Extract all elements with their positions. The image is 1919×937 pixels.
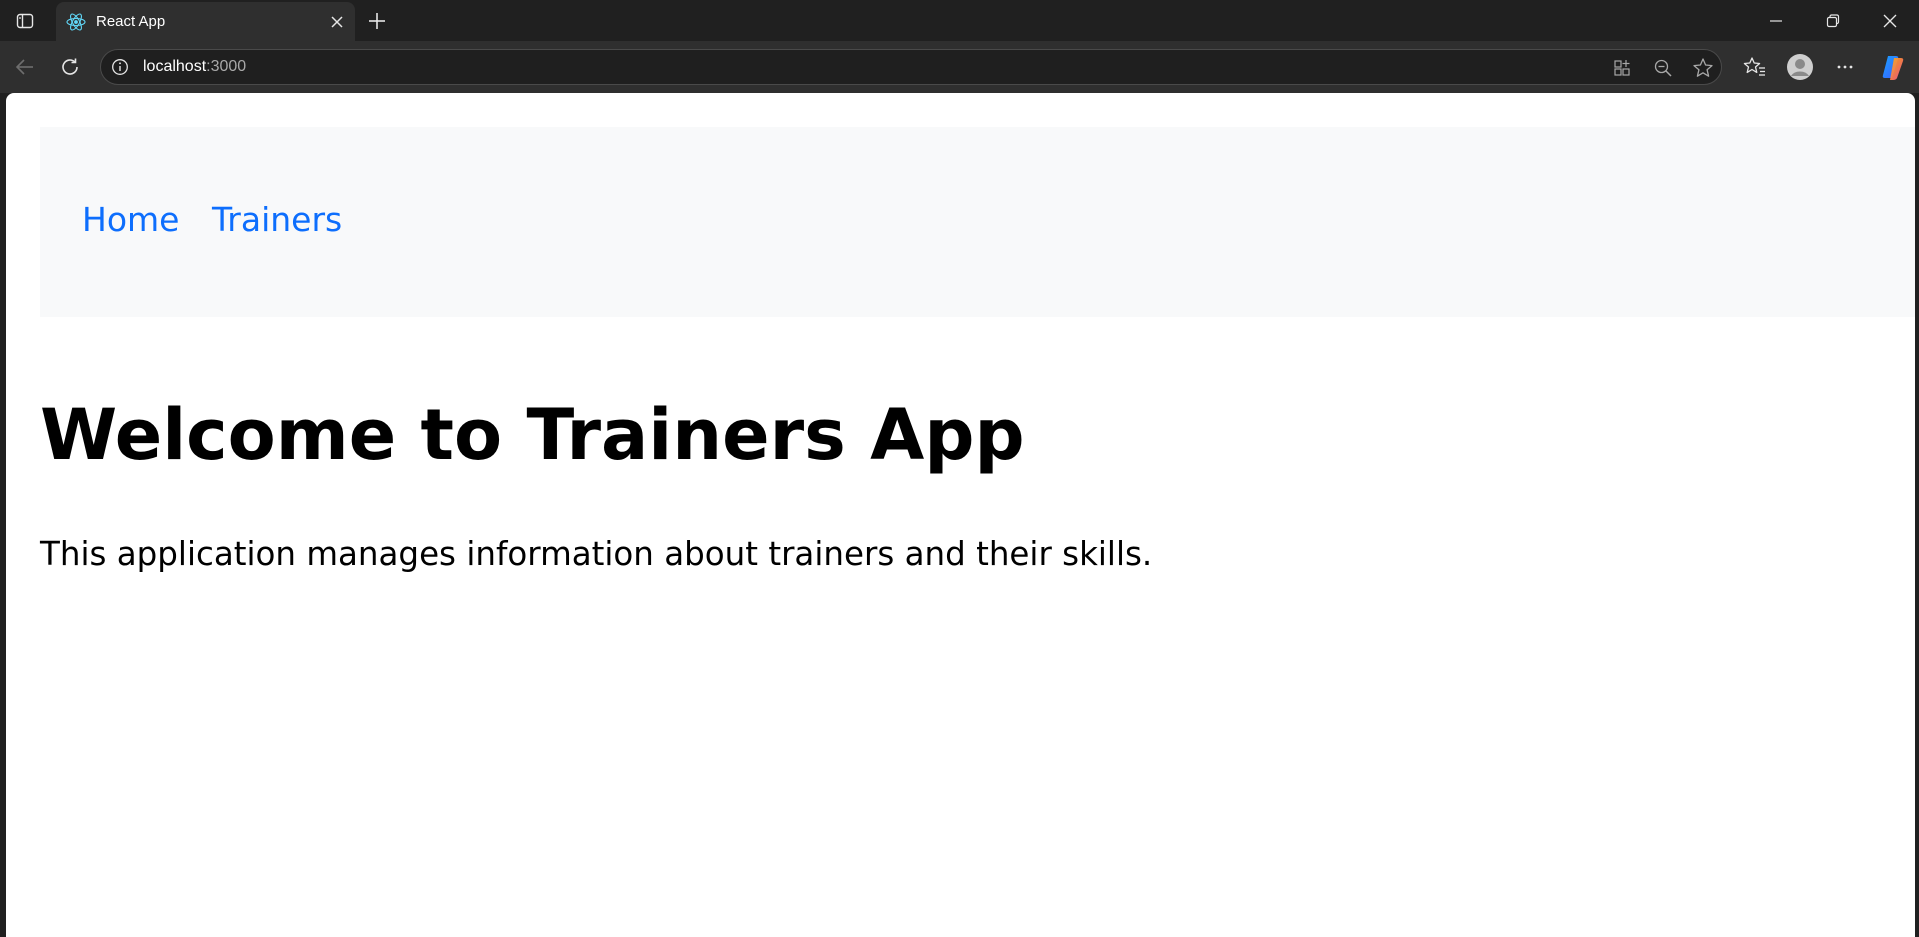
address-bar[interactable]: localhost:3000 — [100, 49, 1722, 85]
minimize-icon[interactable] — [1756, 6, 1796, 36]
url-text: localhost:3000 — [143, 58, 246, 76]
nav-link-home[interactable]: Home — [82, 200, 179, 240]
star-icon[interactable] — [1691, 56, 1715, 80]
back-arrow-icon[interactable] — [8, 50, 42, 84]
zoom-out-icon[interactable] — [1651, 56, 1675, 80]
url-port: :3000 — [206, 58, 247, 75]
browser-window: React App localhost:3000 Home Trainers W… — [0, 0, 1919, 937]
browser-toolbar: localhost:3000 — [0, 41, 1919, 93]
copilot-icon[interactable] — [1876, 50, 1910, 84]
react-logo-icon — [65, 11, 87, 33]
window-close-icon[interactable] — [1870, 6, 1910, 36]
more-dots-icon[interactable] — [1828, 50, 1862, 84]
app-available-icon[interactable] — [1611, 56, 1635, 80]
page-description: This application manages information abo… — [40, 535, 1153, 573]
restore-icon[interactable] — [1813, 6, 1853, 36]
page-viewport: Home Trainers Welcome to Trainers App Th… — [6, 93, 1915, 937]
profile-avatar-icon[interactable] — [1783, 50, 1817, 84]
tab-strip: React App — [0, 0, 1919, 41]
url-host: localhost — [143, 58, 207, 75]
plus-icon[interactable] — [364, 8, 390, 34]
info-icon[interactable] — [109, 56, 131, 78]
page-title: Welcome to Trainers App — [40, 394, 1025, 476]
tab-title: React App — [96, 13, 166, 30]
refresh-icon[interactable] — [53, 50, 87, 84]
favorites-list-icon[interactable] — [1738, 50, 1772, 84]
nav-link-trainers[interactable]: Trainers — [212, 200, 342, 240]
sidebar-toggle-icon[interactable] — [10, 8, 40, 34]
tab-react-app[interactable]: React App — [56, 2, 355, 41]
close-icon[interactable] — [327, 12, 347, 32]
navbar: Home Trainers — [40, 127, 1915, 317]
